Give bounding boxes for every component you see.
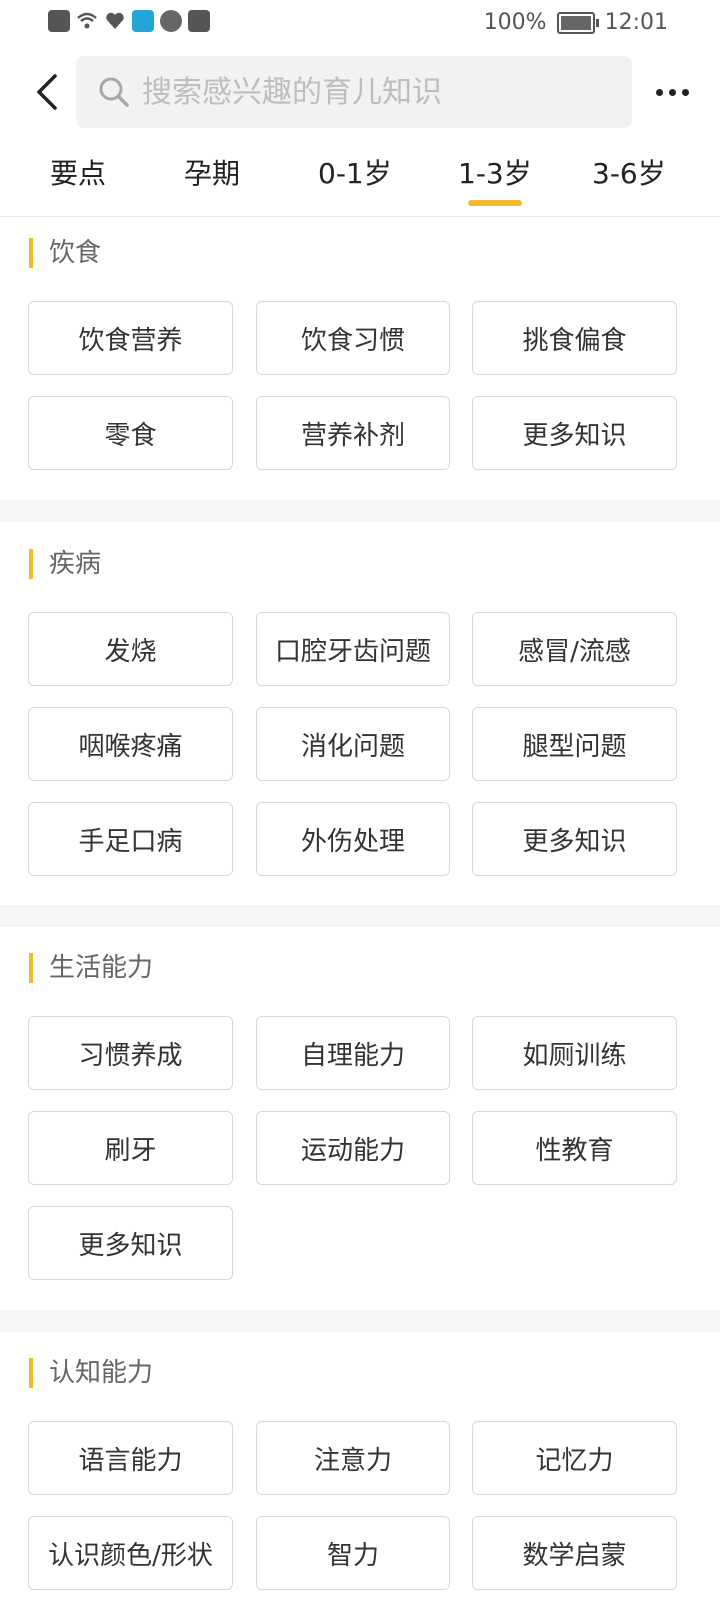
section-header: 疾病 xyxy=(0,547,720,583)
status-right: 100% 12:01 xyxy=(484,10,668,35)
top-bar xyxy=(0,56,720,128)
section-accent-bar xyxy=(29,238,33,268)
more-icon xyxy=(655,88,663,96)
section-accent-bar xyxy=(29,549,33,579)
battery-icon xyxy=(556,11,599,34)
topic-tag[interactable]: 零食 xyxy=(28,396,233,470)
topic-tag[interactable]: 挑食偏食 xyxy=(472,301,677,375)
section-divider xyxy=(0,1310,720,1332)
topic-tag[interactable]: 营养补剂 xyxy=(256,396,450,470)
section-header: 生活能力 xyxy=(0,951,720,987)
section-title: 认知能力 xyxy=(49,1358,154,1388)
section-accent-bar xyxy=(29,1358,33,1388)
status-bar: 100% 12:01 xyxy=(0,0,720,48)
topic-tag[interactable]: 注意力 xyxy=(256,1421,450,1495)
search-input[interactable] xyxy=(140,73,604,111)
topic-tag[interactable]: 更多知识 xyxy=(472,802,677,876)
topic-tag[interactable]: 腿型问题 xyxy=(472,707,677,781)
topic-tag[interactable]: 运动能力 xyxy=(256,1111,450,1185)
clock: 12:01 xyxy=(604,10,668,35)
topic-tag[interactable]: 咽喉疼痛 xyxy=(28,707,233,781)
globe-icon xyxy=(160,10,182,32)
topic-tag[interactable]: 智力 xyxy=(256,1516,450,1590)
topic-tag[interactable]: 习惯养成 xyxy=(28,1016,233,1090)
topic-tag[interactable]: 感冒/流感 xyxy=(472,612,677,686)
topic-tag[interactable]: 性教育 xyxy=(472,1111,677,1185)
book-icon xyxy=(132,10,154,32)
search-icon xyxy=(96,74,132,110)
topic-tag[interactable]: 饮食习惯 xyxy=(256,301,450,375)
tab-4[interactable]: 3-6岁 xyxy=(592,152,666,192)
hms-icon xyxy=(188,10,210,32)
topic-tag[interactable]: 消化问题 xyxy=(256,707,450,781)
topic-tag[interactable]: 口腔牙齿问题 xyxy=(256,612,450,686)
section-divider xyxy=(0,500,720,522)
tab-2[interactable]: 0-1岁 xyxy=(318,152,392,192)
topic-tag[interactable]: 数学启蒙 xyxy=(472,1516,677,1590)
section-header: 认知能力 xyxy=(0,1356,720,1392)
tab-0[interactable]: 要点 xyxy=(50,152,106,192)
topic-tag[interactable]: 记忆力 xyxy=(472,1421,677,1495)
topic-tag[interactable]: 外伤处理 xyxy=(256,802,450,876)
tab-bar: 要点 孕期 0-1岁 1-3岁 3-6岁 xyxy=(0,140,720,217)
chevron-left-icon xyxy=(37,74,57,110)
topic-tag[interactable]: 自理能力 xyxy=(256,1016,450,1090)
topic-tag[interactable]: 认识颜色/形状 xyxy=(28,1516,233,1590)
section-divider xyxy=(0,905,720,927)
section-title: 疾病 xyxy=(49,549,102,579)
status-icons xyxy=(48,10,210,32)
tab-3[interactable]: 1-3岁 xyxy=(458,152,532,192)
topic-tag[interactable]: 更多知识 xyxy=(28,1206,233,1280)
topic-tag[interactable]: 更多知识 xyxy=(472,396,677,470)
heart-icon xyxy=(104,10,126,32)
search-box[interactable] xyxy=(76,56,632,128)
topic-tag[interactable]: 饮食营养 xyxy=(28,301,233,375)
screen: 100% 12:01 要点 孕期 0-1岁 1-3岁 3-6岁 饮食饮食营养饮食习惯挑食… xyxy=(0,0,720,1600)
topic-tag[interactable]: 语言能力 xyxy=(28,1421,233,1495)
section-accent-bar xyxy=(29,953,33,983)
section-title: 生活能力 xyxy=(49,953,154,983)
topic-tag[interactable]: 发烧 xyxy=(28,612,233,686)
tab-1[interactable]: 孕期 xyxy=(184,152,240,192)
wifi-icon xyxy=(76,10,98,32)
active-tab-indicator xyxy=(468,200,522,206)
topic-tag[interactable]: 刷牙 xyxy=(28,1111,233,1185)
back-button[interactable] xyxy=(24,66,68,118)
topic-tag[interactable]: 手足口病 xyxy=(28,802,233,876)
section-title: 饮食 xyxy=(49,238,102,268)
topic-tag[interactable]: 如厕训练 xyxy=(472,1016,677,1090)
alert-icon xyxy=(48,10,70,32)
more-button[interactable] xyxy=(642,70,702,114)
section-header: 饮食 xyxy=(0,236,720,272)
battery-text: 100% xyxy=(483,10,547,35)
